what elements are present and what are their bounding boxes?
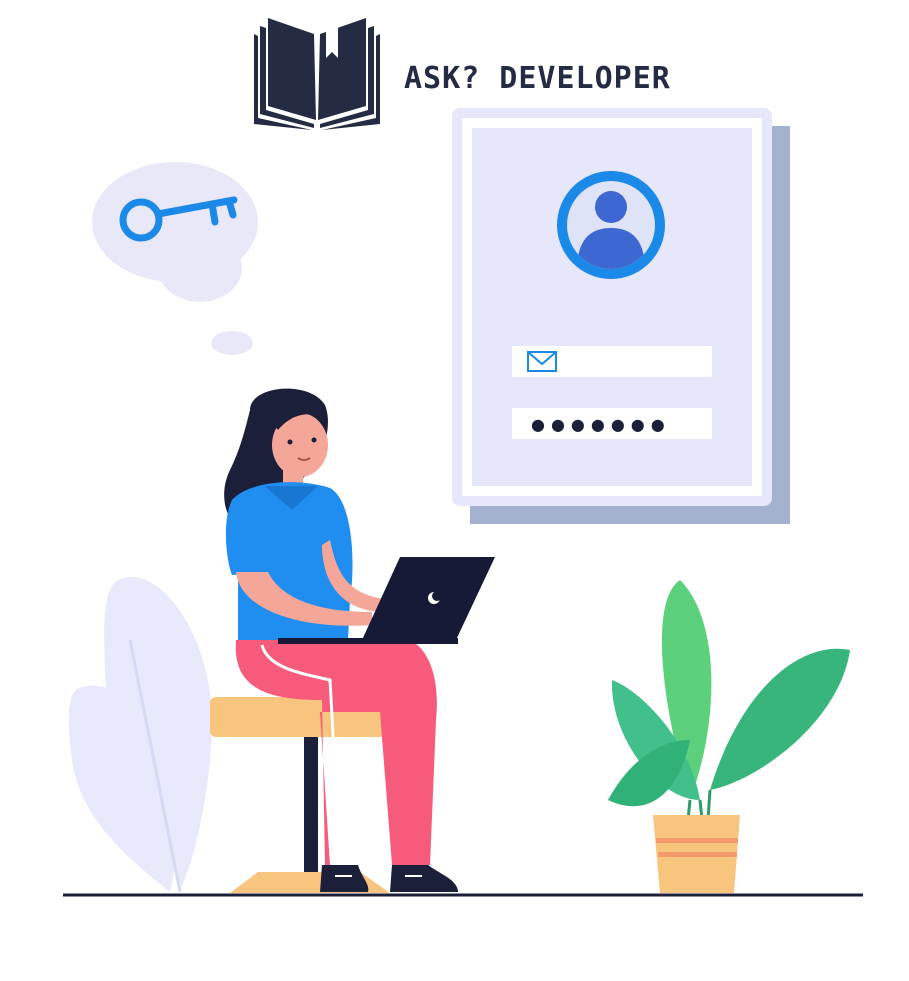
brand-name: ASK? DEVELOPER [404,61,671,96]
potted-plant [608,580,850,893]
stool [210,697,390,893]
login-card: ●●●●●●● [452,108,790,524]
email-field[interactable] [512,346,712,377]
thought-bubble [92,162,258,355]
illustration-scene: ASK? DEVELOPER ●●●●●●● [63,18,863,897]
open-book-icon [254,18,380,130]
password-field[interactable]: ●●●●●●● [512,408,712,439]
user-avatar-icon [557,171,665,279]
password-mask: ●●●●●●● [531,415,671,434]
decorative-plant-left [68,576,213,893]
